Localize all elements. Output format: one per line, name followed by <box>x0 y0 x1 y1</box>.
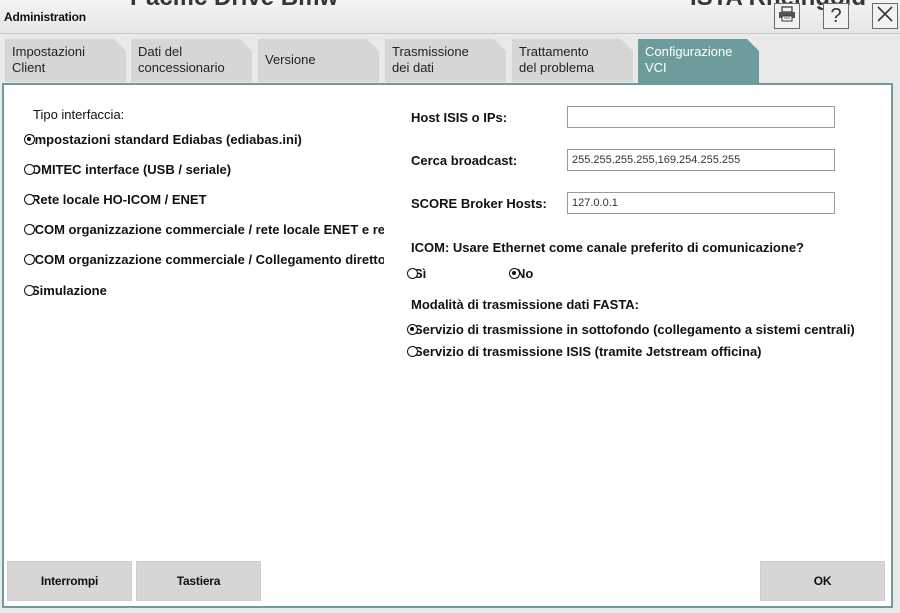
close-button[interactable] <box>872 3 898 29</box>
tab-label: del problema <box>519 60 595 75</box>
tab-label: Trasmissione <box>392 44 469 59</box>
tab-trasmissione-dati[interactable]: Trasmissione dei dati <box>385 39 506 82</box>
radio-unselected[interactable] <box>407 345 418 357</box>
radio-unselected[interactable] <box>407 267 418 279</box>
radio-selected[interactable] <box>24 133 35 145</box>
print-button[interactable] <box>774 3 800 29</box>
radio-selected[interactable] <box>407 323 418 335</box>
tab-label: Versione <box>265 52 316 67</box>
option-label: Servizio di trasmissione in sottofondo (… <box>414 321 855 337</box>
tab-label: Impostazioni <box>12 44 85 59</box>
vci-config-panel: Tipo interfaccia: Impostazioni standard … <box>2 83 893 608</box>
tab-label: Trattamento <box>519 44 589 59</box>
fasta-option-isis[interactable]: Servizio di trasmissione ISIS (tramite J… <box>407 343 762 359</box>
interface-option-omitec[interactable]: OMITEC interface (USB / seriale) <box>24 161 231 177</box>
tab-label: VCI <box>645 60 667 75</box>
printer-icon <box>778 5 796 27</box>
score-broker-input[interactable] <box>567 192 835 214</box>
isis-host-input[interactable] <box>567 106 835 128</box>
interface-option-ediabas[interactable]: Impostazioni standard Ediabas (ediabas.i… <box>24 131 302 147</box>
tab-label: concessionario <box>138 60 225 75</box>
tab-impostazioni-client[interactable]: Impostazioni Client <box>5 39 126 82</box>
radio-unselected[interactable] <box>24 223 35 235</box>
broadcast-input[interactable] <box>567 149 835 171</box>
isis-host-label: Host ISIS o IPs: <box>411 110 508 125</box>
window-title: Administration <box>4 10 86 24</box>
interface-option-simulazione[interactable]: Simulazione <box>24 282 107 298</box>
tab-label: dei dati <box>392 60 434 75</box>
background-window-text: Pacific Drive Bmw <box>130 0 338 12</box>
option-label: Impostazioni standard Ediabas (ediabas.i… <box>31 131 302 147</box>
radio-unselected[interactable] <box>24 193 35 205</box>
ok-button[interactable]: OK <box>760 561 885 601</box>
tab-trattamento-problema[interactable]: Trattamento del problema <box>512 39 633 82</box>
option-label: Servizio di trasmissione ISIS (tramite J… <box>414 343 762 359</box>
ethernet-no-option[interactable]: No <box>509 265 533 281</box>
title-bar: Pacific Drive Bmw ISTA Rheingold Adminis… <box>0 0 900 34</box>
tab-versione[interactable]: Versione <box>258 39 379 82</box>
option-label: ICOM organizzazione commerciale / Colleg… <box>31 251 384 267</box>
radio-unselected[interactable] <box>24 163 35 175</box>
tab-label: Client <box>12 60 46 75</box>
help-icon: ? <box>830 4 842 27</box>
fasta-heading: Modalità di trasmissione dati FASTA: <box>411 297 640 312</box>
option-label: OMITEC interface (USB / seriale) <box>31 161 232 177</box>
interface-option-ho-icom[interactable]: Rete locale HO-ICOM / ENET <box>24 191 207 207</box>
fasta-option-background[interactable]: Servizio di trasmissione in sottofondo (… <box>407 321 855 337</box>
radio-selected[interactable] <box>509 267 520 279</box>
interface-type-heading: Tipo interfaccia: <box>33 107 125 122</box>
interface-option-icom-direct[interactable]: ICOM organizzazione commerciale / Colleg… <box>24 251 384 267</box>
radio-unselected[interactable] <box>24 253 35 265</box>
ethernet-yes-option[interactable]: Sì <box>407 265 426 281</box>
score-broker-label: SCORE Broker Hosts: <box>411 196 547 211</box>
keyboard-button[interactable]: Tastiera <box>136 561 261 601</box>
tab-configurazione-vci[interactable]: Configurazione VCI <box>638 39 759 84</box>
tab-label: Configurazione <box>645 44 733 59</box>
help-button[interactable]: ? <box>823 3 849 29</box>
option-label: Simulazione <box>31 282 107 298</box>
radio-unselected[interactable] <box>24 284 35 296</box>
ethernet-question: ICOM: Usare Ethernet come canale preferi… <box>411 240 804 255</box>
option-label: Rete locale HO-ICOM / ENET <box>31 191 207 207</box>
interface-option-icom-enet[interactable]: ICOM organizzazione commerciale / rete l… <box>24 221 384 237</box>
tab-dati-concessionario[interactable]: Dati del concessionario <box>131 39 252 82</box>
tab-label: Dati del <box>138 44 183 59</box>
close-icon <box>876 5 894 28</box>
cancel-button[interactable]: Interrompi <box>7 561 132 601</box>
interface-type-group: Tipo interfaccia: Impostazioni standard … <box>4 85 384 385</box>
option-label: ICOM organizzazione commerciale / rete l… <box>31 221 384 237</box>
broadcast-label: Cerca broadcast: <box>411 153 518 168</box>
